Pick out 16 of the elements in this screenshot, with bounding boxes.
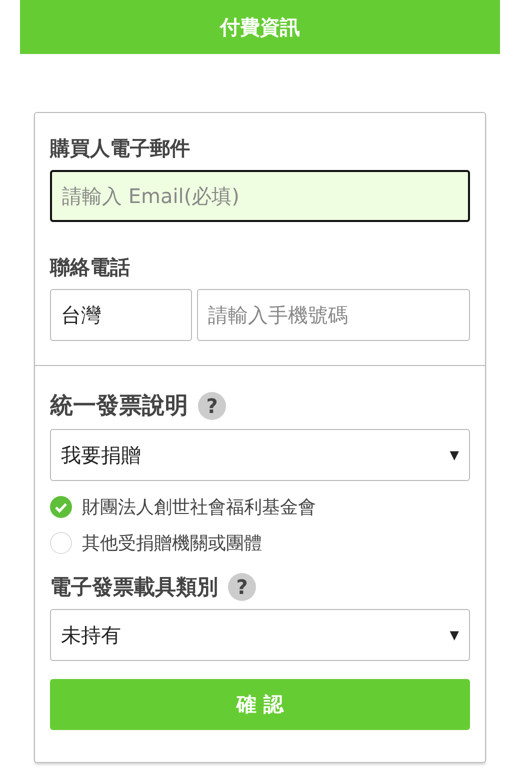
field-label: 聯絡電話 (50, 254, 131, 281)
field-label: 電子發票載具類別 (50, 574, 218, 601)
radio-button[interactable] (50, 532, 72, 554)
checked-radio-icon[interactable] (50, 496, 72, 518)
carrier-select[interactable]: 未持有 ▼ (50, 609, 470, 661)
phone-field[interactable]: 請輸入手機號碼 (197, 289, 470, 341)
help-icon[interactable]: ? (228, 573, 256, 601)
help-icon[interactable]: ? (198, 392, 226, 420)
country-field[interactable]: 台灣 (50, 289, 192, 341)
field-label: 購買人電子郵件 (50, 135, 191, 162)
option-label: 財團法人創世社會福利基金會 (82, 496, 316, 519)
option-label: 其他受捐贈機關或團體 (82, 532, 262, 555)
header-title: 付費資訊 (220, 14, 300, 40)
email-field[interactable]: 請輸入 Email(必填) (50, 170, 470, 222)
field-label: 統一發票說明 (50, 392, 188, 421)
invoice-select[interactable]: 我要捐贈 ▼ (50, 429, 470, 481)
